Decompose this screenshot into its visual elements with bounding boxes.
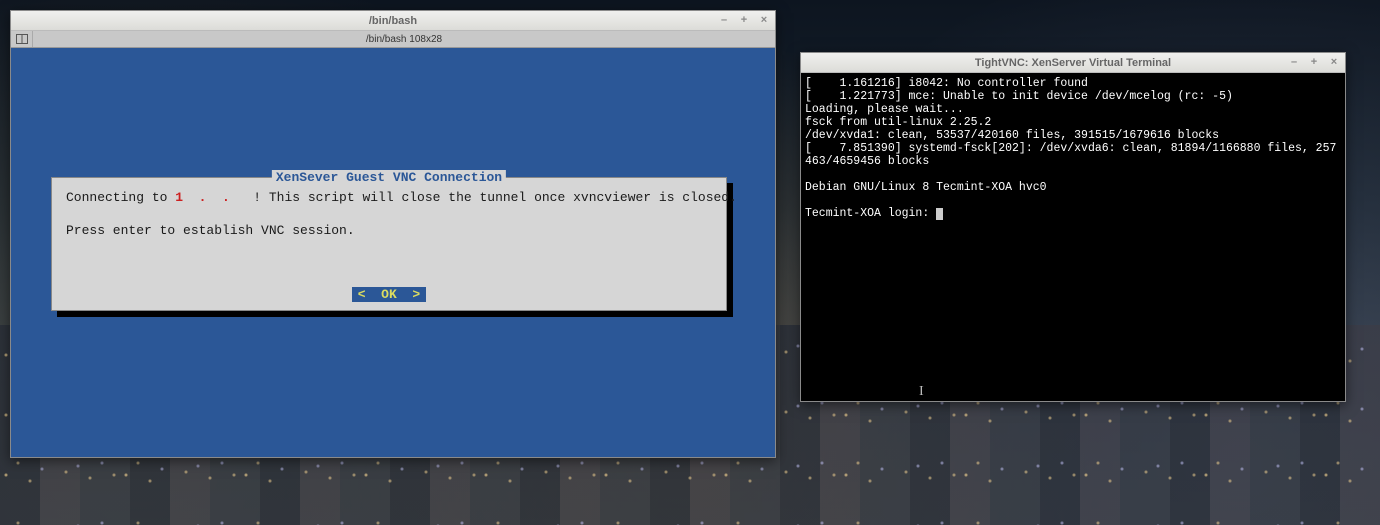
bash-terminal-window: /bin/bash – + × /bin/bash 108x28 XenSeve… <box>10 10 776 458</box>
vnc-connection-dialog: XenSever Guest VNC Connection Connecting… <box>51 177 727 311</box>
dialog-button-row: < OK > <box>52 287 726 302</box>
dialog-message-line1: Connecting to 1 . . ! This script will c… <box>66 190 712 205</box>
dialog-line1-prefix: Connecting to <box>66 190 175 205</box>
vnc-window-title: TightVNC: XenServer Virtual Terminal <box>975 57 1171 69</box>
dialog-ip-address: 1 . . <box>175 190 253 205</box>
bash-window-title: /bin/bash <box>369 15 417 27</box>
dialog-title: XenSever Guest VNC Connection <box>272 170 506 185</box>
vnc-console-text: [ 1.161216] i8042: No controller found [… <box>805 77 1336 220</box>
cursor-icon <box>936 208 943 220</box>
close-button[interactable]: × <box>757 13 771 27</box>
close-button[interactable]: × <box>1327 55 1341 69</box>
terminator-toolbar: /bin/bash 108x28 <box>11 31 775 48</box>
vnc-titlebar-buttons: – + × <box>1287 55 1341 69</box>
terminal-tab-label[interactable]: /bin/bash 108x28 <box>33 34 775 45</box>
maximize-button[interactable]: + <box>1307 55 1321 69</box>
ok-button[interactable]: < OK > <box>352 287 426 302</box>
minimize-button[interactable]: – <box>717 13 731 27</box>
split-layout-icon[interactable] <box>11 31 33 47</box>
minimize-button[interactable]: – <box>1287 55 1301 69</box>
bash-terminal-body[interactable]: XenSever Guest VNC Connection Connecting… <box>11 48 775 457</box>
tightvnc-window: TightVNC: XenServer Virtual Terminal – +… <box>800 52 1346 402</box>
bash-titlebar[interactable]: /bin/bash – + × <box>11 11 775 31</box>
text-caret-icon: I <box>919 385 924 398</box>
bash-titlebar-buttons: – + × <box>717 13 771 27</box>
vnc-titlebar[interactable]: TightVNC: XenServer Virtual Terminal – +… <box>801 53 1345 73</box>
dialog-line1-suffix: ! This script will close the tunnel once… <box>253 190 737 205</box>
vnc-console-body[interactable]: [ 1.161216] i8042: No controller found [… <box>801 73 1345 401</box>
dialog-message-line2: Press enter to establish VNC session. <box>66 223 712 238</box>
maximize-button[interactable]: + <box>737 13 751 27</box>
